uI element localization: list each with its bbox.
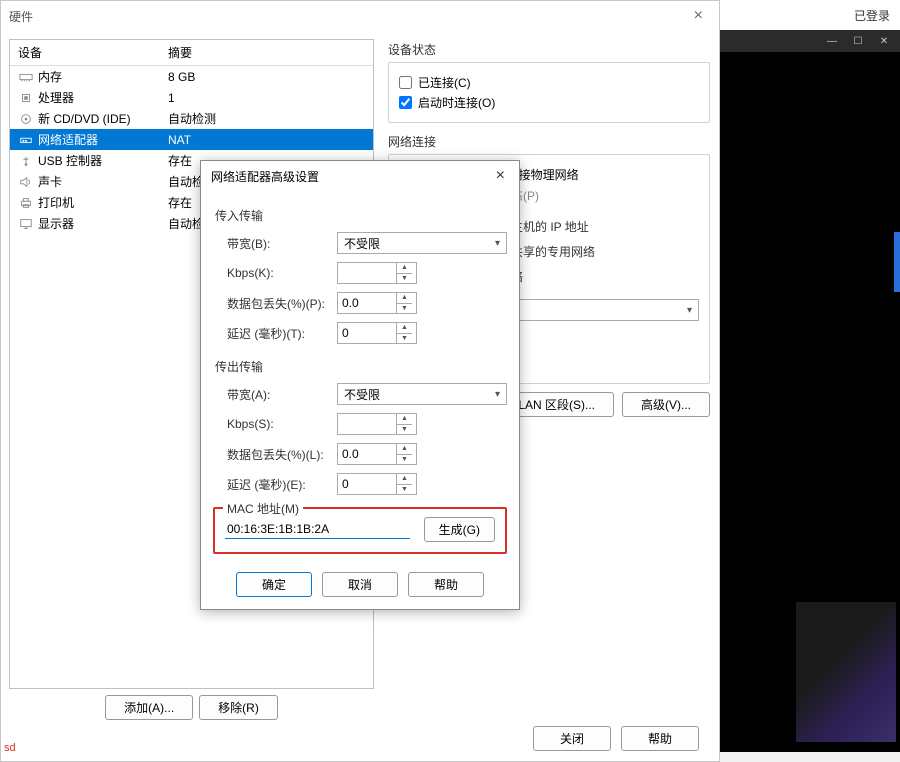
device-summary: 1 xyxy=(168,91,365,105)
close-icon[interactable]: × xyxy=(686,5,711,27)
logged-in-label: 已登录 xyxy=(854,7,890,24)
spin-down-icon[interactable]: ▼ xyxy=(397,485,412,495)
usb-icon xyxy=(18,154,34,168)
kbps-k-spinner[interactable]: ▲▼ xyxy=(337,262,417,284)
spin-down-icon[interactable]: ▼ xyxy=(397,334,412,344)
spin-down-icon[interactable]: ▼ xyxy=(397,274,412,284)
window-close-icon[interactable]: ✕ xyxy=(872,32,896,50)
window-title: 硬件 xyxy=(9,8,33,25)
sound-icon xyxy=(18,175,34,189)
packet-loss-p-spinner[interactable]: ▲▼ xyxy=(337,292,417,314)
generate-button[interactable]: 生成(G) xyxy=(424,517,495,542)
bandwidth-a-label: 带宽(A): xyxy=(227,386,337,403)
network-icon xyxy=(18,133,34,147)
spin-up-icon[interactable]: ▲ xyxy=(397,263,412,274)
table-row[interactable]: 新 CD/DVD (IDE)自动检测 xyxy=(10,108,373,129)
modal-close-icon[interactable]: × xyxy=(492,167,509,185)
cancel-button[interactable]: 取消 xyxy=(322,572,398,597)
vm-screen-preview xyxy=(796,602,896,742)
packet-loss-l-spinner[interactable]: ▲▼ xyxy=(337,443,417,465)
vm-preview-window: 已登录 — ☐ ✕ xyxy=(720,0,900,752)
header-device: 设备 xyxy=(18,44,168,61)
network-select[interactable] xyxy=(499,299,699,321)
sd-text: sd xyxy=(4,742,16,754)
memory-icon xyxy=(18,70,34,84)
spin-down-icon[interactable]: ▼ xyxy=(397,304,412,314)
device-summary: 自动检测 xyxy=(168,110,365,127)
add-button[interactable]: 添加(A)... xyxy=(105,695,193,720)
packet-loss-l-label: 数据包丢失(%)(L): xyxy=(227,446,337,463)
spin-down-icon[interactable]: ▼ xyxy=(397,425,412,435)
kbps-s-label: Kbps(S): xyxy=(227,417,337,431)
device-summary: 8 GB xyxy=(168,70,365,84)
outgoing-label: 传出传输 xyxy=(215,358,507,375)
advanced-settings-dialog: 网络适配器高级设置 × 传入传输 带宽(B): 不受限 Kbps(K): ▲▼ … xyxy=(200,160,520,610)
spin-up-icon[interactable]: ▲ xyxy=(397,444,412,455)
ok-button[interactable]: 确定 xyxy=(236,572,312,597)
table-row[interactable]: 内存8 GB xyxy=(10,66,373,87)
device-name: 新 CD/DVD (IDE) xyxy=(38,110,168,127)
help-button[interactable]: 帮助 xyxy=(408,572,484,597)
spin-down-icon[interactable]: ▼ xyxy=(397,455,412,465)
packet-loss-p-label: 数据包丢失(%)(P): xyxy=(227,295,337,312)
connect-at-start-checkbox[interactable] xyxy=(399,96,412,109)
remove-button[interactable]: 移除(R) xyxy=(199,695,278,720)
printer-icon xyxy=(18,196,34,210)
footer-help-button[interactable]: 帮助 xyxy=(621,726,699,751)
maximize-icon[interactable]: ☐ xyxy=(846,32,870,50)
mac-address-group: MAC 地址(M) 生成(G) xyxy=(213,507,507,554)
device-name: 声卡 xyxy=(38,173,168,190)
spin-up-icon[interactable]: ▲ xyxy=(397,323,412,334)
connected-checkbox[interactable] xyxy=(399,76,412,89)
device-name: 内存 xyxy=(38,68,168,85)
header-summary: 摘要 xyxy=(168,44,365,61)
latency-e-spinner[interactable]: ▲▼ xyxy=(337,473,417,495)
kbps-s-spinner[interactable]: ▲▼ xyxy=(337,413,417,435)
minimize-icon[interactable]: — xyxy=(820,32,844,50)
footer-close-button[interactable]: 关闭 xyxy=(533,726,611,751)
kbps-k-label: Kbps(K): xyxy=(227,266,337,280)
latency-t-label: 延迟 (毫秒)(T): xyxy=(227,325,337,342)
bandwidth-b-select[interactable]: 不受限 xyxy=(337,232,507,254)
device-name: 打印机 xyxy=(38,194,168,211)
spin-up-icon[interactable]: ▲ xyxy=(397,474,412,485)
table-row[interactable]: 处理器1 xyxy=(10,87,373,108)
spin-up-icon[interactable]: ▲ xyxy=(397,414,412,425)
bandwidth-a-select[interactable]: 不受限 xyxy=(337,383,507,405)
table-header: 设备 摘要 xyxy=(10,40,373,66)
bandwidth-b-label: 带宽(B): xyxy=(227,235,337,252)
advanced-button[interactable]: 高级(V)... xyxy=(622,392,710,417)
accent-bar xyxy=(894,232,900,292)
spin-up-icon[interactable]: ▲ xyxy=(397,293,412,304)
cpu-icon xyxy=(18,91,34,105)
mac-address-input[interactable] xyxy=(225,520,410,539)
latency-e-label: 延迟 (毫秒)(E): xyxy=(227,476,337,493)
device-name: USB 控制器 xyxy=(38,152,168,169)
device-summary: NAT xyxy=(168,133,365,147)
modal-title: 网络适配器高级设置 xyxy=(211,168,319,185)
latency-t-spinner[interactable]: ▲▼ xyxy=(337,322,417,344)
display-icon xyxy=(18,217,34,231)
table-row[interactable]: 网络适配器NAT xyxy=(10,129,373,150)
cd-icon xyxy=(18,112,34,126)
mac-label: MAC 地址(M) xyxy=(223,500,303,517)
device-name: 网络适配器 xyxy=(38,131,168,148)
device-name: 显示器 xyxy=(38,215,168,232)
connected-label: 已连接(C) xyxy=(418,74,471,91)
connect-at-start-label: 启动时连接(O) xyxy=(418,94,495,111)
network-connection-label: 网络连接 xyxy=(388,133,710,150)
titlebar: 硬件 × xyxy=(1,1,719,31)
incoming-label: 传入传输 xyxy=(215,207,507,224)
device-status-label: 设备状态 xyxy=(388,41,710,58)
device-name: 处理器 xyxy=(38,89,168,106)
